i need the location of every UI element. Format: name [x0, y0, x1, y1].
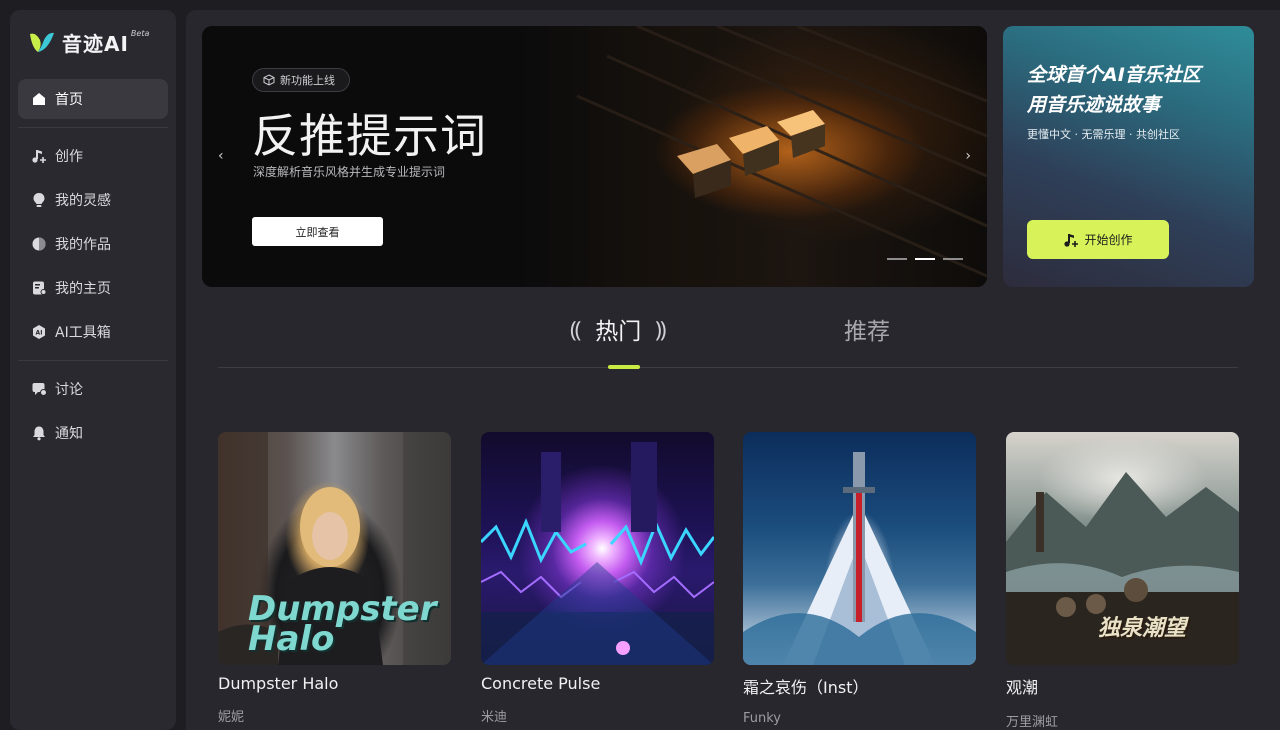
sidebar-item-label: 创作: [55, 149, 83, 165]
sidebar-item-label: 我的主页: [55, 281, 111, 297]
community-promo-card: 全球首个AI音乐社区 用音乐迹说故事 更懂中文 · 无需乐理 · 共创社区 开始…: [1003, 26, 1254, 287]
sidebar-divider: [18, 127, 168, 128]
song-title[interactable]: Concrete Pulse: [481, 674, 714, 693]
svg-text:AI: AI: [36, 330, 43, 337]
sidebar-item-create[interactable]: 创作: [18, 136, 168, 176]
start-creating-label: 开始创作: [1084, 233, 1133, 247]
cube-icon: [263, 74, 275, 86]
tab-hot[interactable]: ⸨ 热门 ⸩: [570, 312, 666, 346]
carousel-dots: [887, 258, 963, 260]
song-card[interactable]: 独泉潮望 观潮 万里渊虹: [1006, 432, 1239, 730]
song-cover[interactable]: 独泉潮望: [1006, 432, 1239, 665]
music-plus-icon: [1064, 233, 1079, 247]
banner-subtitle: 深度解析音乐风格并生成专业提示词: [253, 165, 446, 179]
carousel-dot-active[interactable]: [915, 258, 935, 260]
song-cover[interactable]: [481, 432, 714, 665]
sidebar: 音迹AI Beta 首页 创作 我的灵感 我的作品 我的主页 AI AI工具箱 …: [10, 10, 176, 730]
new-feature-badge: 新功能上线: [252, 68, 350, 92]
carousel-dot[interactable]: [943, 258, 963, 260]
beta-label: Beta: [130, 29, 150, 38]
logo-mark-icon: [28, 30, 56, 56]
song-artist[interactable]: 米迪: [481, 706, 714, 725]
song-cover[interactable]: [743, 432, 976, 665]
main-content: 新功能上线 反推提示词 深度解析音乐风格并生成专业提示词 立即查看 ‹ › 全球…: [186, 10, 1280, 730]
sidebar-item-label: AI工具箱: [55, 325, 111, 341]
sidebar-item-home[interactable]: 首页: [18, 79, 168, 119]
music-plus-icon: [30, 147, 48, 165]
view-now-button[interactable]: 立即查看: [252, 217, 383, 246]
banner-title: 反推提示词: [252, 109, 487, 163]
cover-title-text: Dumpster Halo: [248, 589, 437, 659]
home-icon: [30, 90, 48, 108]
song-card[interactable]: 霜之哀伤（Inst） Funky: [743, 432, 976, 726]
app-name: 音迹AI: [62, 32, 129, 56]
song-card[interactable]: Concrete Pulse 米迪: [481, 432, 714, 725]
active-tab-indicator: [608, 365, 640, 369]
feature-banner[interactable]: 新功能上线 反推提示词 深度解析音乐风格并生成专业提示词 立即查看 ‹ ›: [202, 26, 987, 287]
sidebar-divider: [18, 360, 168, 361]
cover-title-text: 独泉潮望: [1098, 616, 1187, 641]
sidebar-item-label: 我的灵感: [55, 193, 111, 209]
song-title[interactable]: 观潮: [1006, 674, 1239, 698]
song-card[interactable]: Dumpster Halo Dumpster Halo 妮妮: [218, 432, 451, 725]
sidebar-item-label: 首页: [55, 92, 83, 108]
badge-label: 新功能上线: [280, 74, 335, 87]
ai-toolbox-icon: AI: [30, 323, 48, 341]
profile-icon: [30, 279, 48, 297]
laurel-right-icon: ⸩: [655, 318, 667, 343]
sidebar-item-label: 我的作品: [55, 237, 111, 253]
sidebar-item-inspiration[interactable]: 我的灵感: [18, 180, 168, 220]
song-artist[interactable]: 妮妮: [218, 706, 451, 725]
app-logo[interactable]: 音迹AI Beta: [28, 28, 149, 57]
carousel-prev-icon[interactable]: ‹: [218, 148, 224, 164]
sidebar-item-notifications[interactable]: 通知: [18, 413, 168, 453]
sidebar-item-ai-toolbox[interactable]: AI AI工具箱: [18, 312, 168, 352]
song-cover[interactable]: Dumpster Halo: [218, 432, 451, 665]
song-title[interactable]: 霜之哀伤（Inst）: [743, 674, 976, 698]
carousel-dot[interactable]: [887, 258, 907, 260]
song-artist[interactable]: Funky: [743, 711, 976, 726]
tab-label: 热门: [595, 319, 642, 345]
sidebar-item-discussion[interactable]: 讨论: [18, 369, 168, 409]
works-icon: [30, 235, 48, 253]
promo-tagline: 用音乐迹说故事: [1027, 94, 1161, 116]
mixer-faders-image: [576, 26, 987, 278]
sidebar-item-label: 通知: [55, 426, 83, 442]
promo-headline: 全球首个AI音乐社区: [1027, 64, 1201, 86]
tab-recommend[interactable]: 推荐: [844, 312, 890, 346]
carousel-next-icon[interactable]: ›: [965, 148, 971, 164]
tabs-divider: [218, 367, 1238, 368]
start-creating-button[interactable]: 开始创作: [1027, 220, 1169, 259]
lightbulb-icon: [30, 191, 48, 209]
sidebar-item-profile[interactable]: 我的主页: [18, 268, 168, 308]
sidebar-item-works[interactable]: 我的作品: [18, 224, 168, 264]
promo-subtitle: 更懂中文 · 无需乐理 · 共创社区: [1027, 128, 1180, 141]
cover-art: [743, 452, 976, 665]
bell-icon: [30, 424, 48, 442]
song-artist[interactable]: 万里渊虹: [1006, 711, 1239, 730]
song-title[interactable]: Dumpster Halo: [218, 674, 451, 693]
sidebar-item-label: 讨论: [55, 382, 83, 398]
laurel-left-icon: ⸨: [570, 318, 582, 343]
discussion-icon: [30, 380, 48, 398]
cover-art: [481, 442, 714, 665]
